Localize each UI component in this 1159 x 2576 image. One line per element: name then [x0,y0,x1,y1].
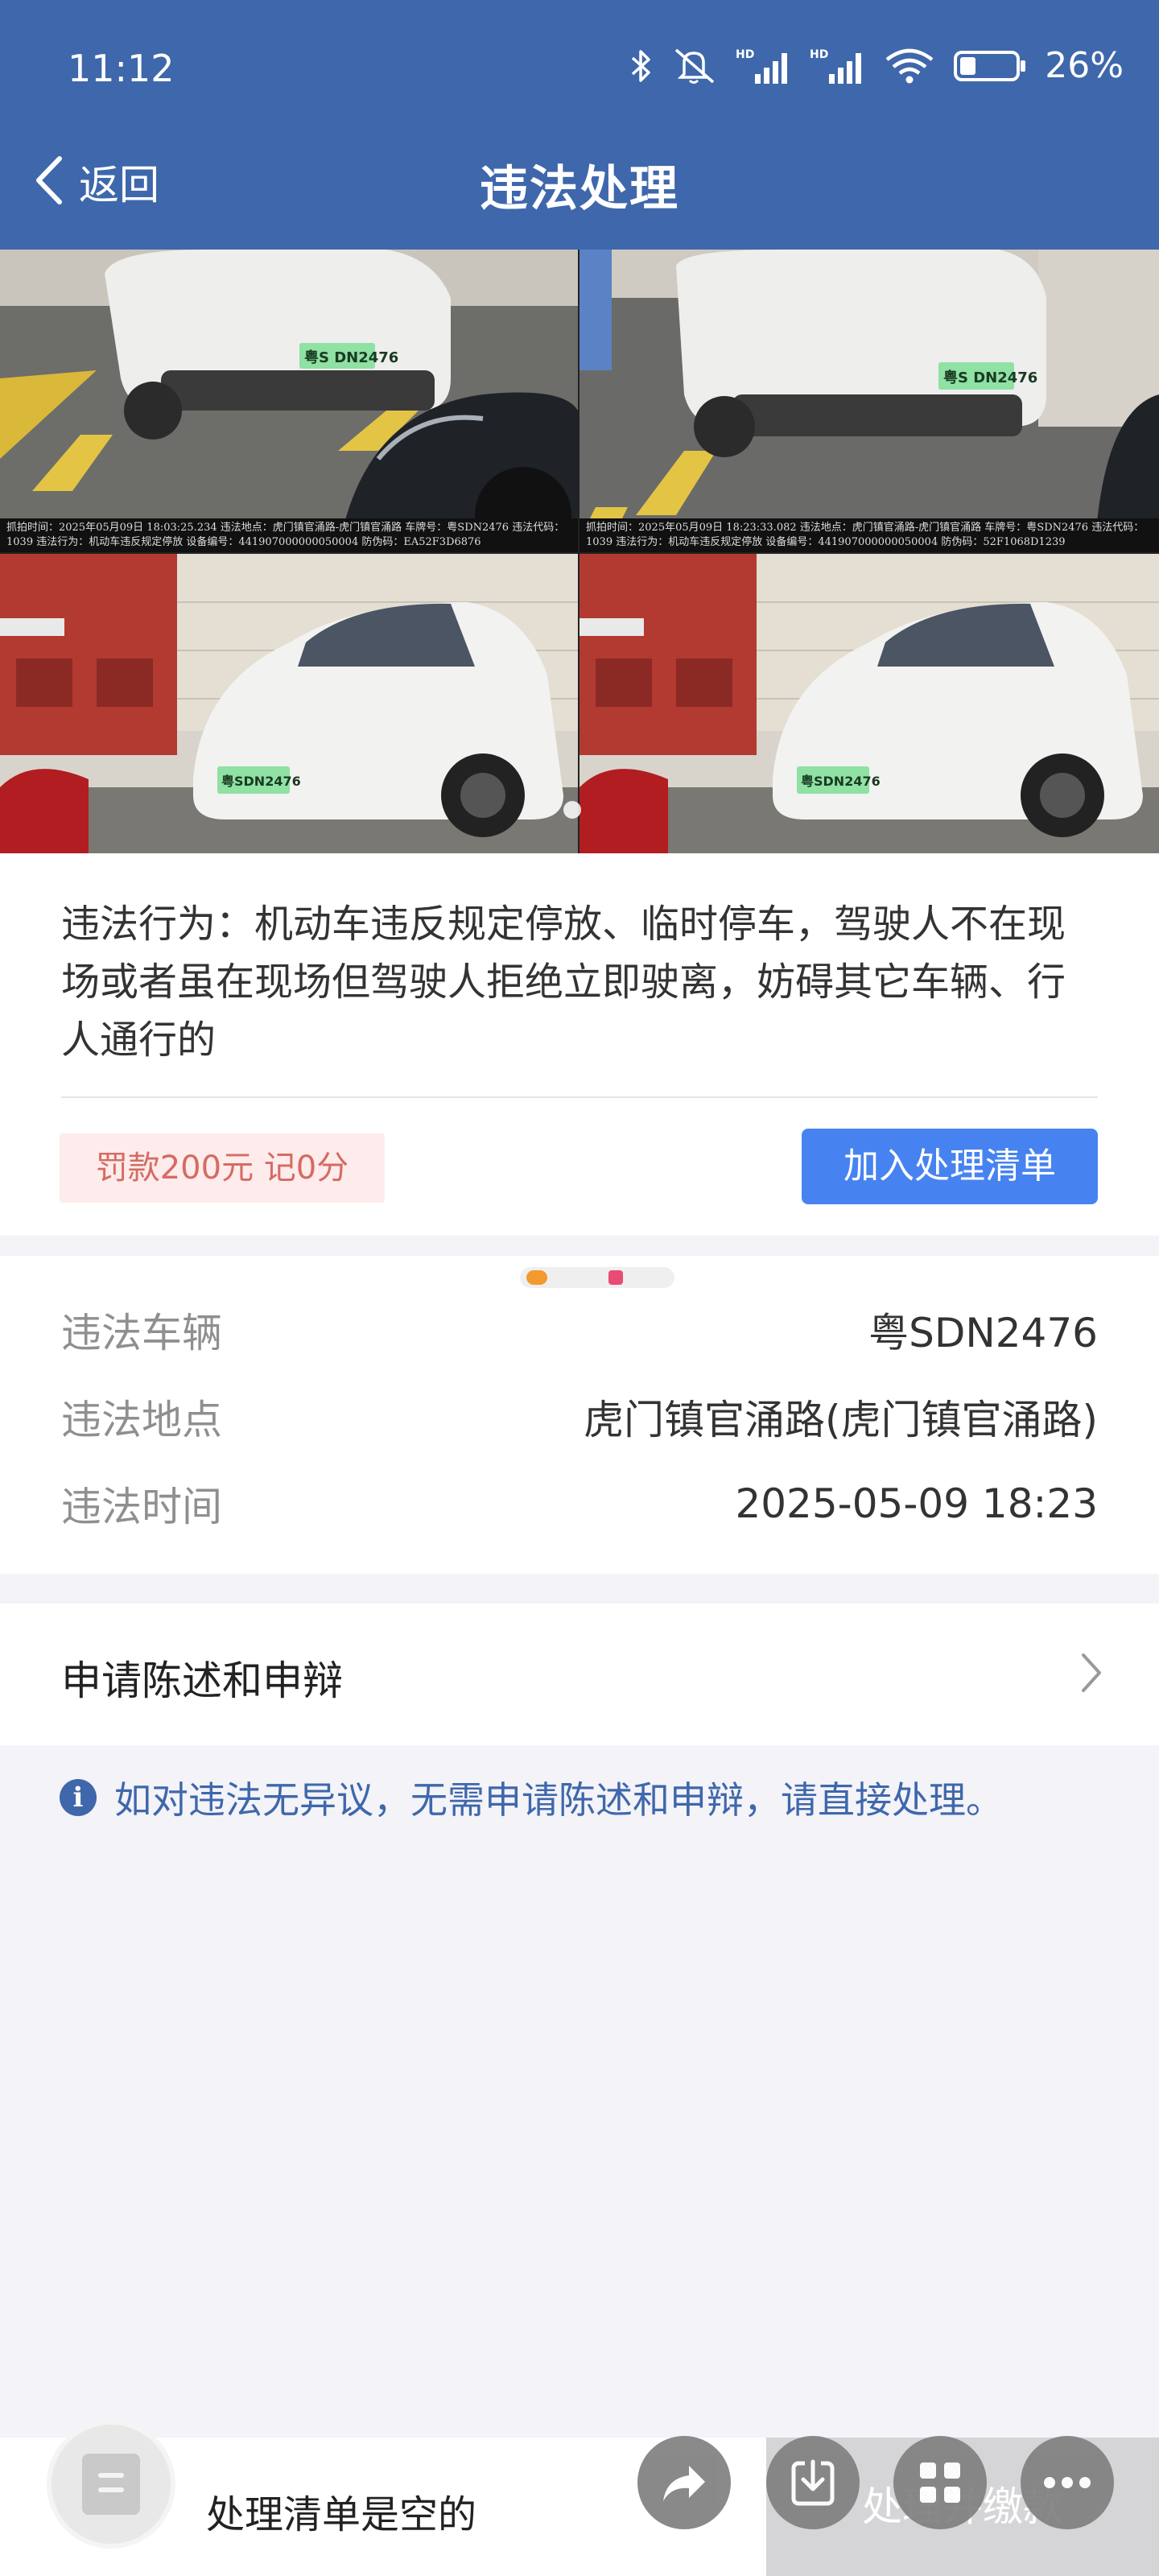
svg-text:HD: HD [810,48,828,61]
detail-value: 虎门镇官涌路(虎门镇官涌路) [583,1397,1098,1443]
detail-label: 违法地点 [61,1397,222,1443]
signal-icon-2: HD [810,47,866,85]
svg-text:粤S DN2476: 粤S DN2476 [943,369,1037,386]
notice-text: 如对违法无异议，无需申请陈述和申辩，请直接处理。 [114,1778,1003,1822]
photo-caption: 抓拍时间：2025年05月09日 18:03:25.234 违法地点：虎门镇官涌… [0,518,578,552]
detail-row-vehicle: 违法车辆 粤SDN2476 [61,1306,1098,1356]
add-to-list-button[interactable]: 加入处理清单 [802,1129,1098,1204]
carousel-indicator-dot[interactable] [563,801,581,819]
svg-text:粤SDN2476: 粤SDN2476 [801,774,881,789]
watermark-badge [520,1267,674,1288]
battery-icon [953,48,1027,84]
evidence-photo-3: 粤SDN2476 [0,554,578,853]
bottom-bar: 处理清单是空的 处理并缴款 [0,2420,1159,2576]
detail-value: 2025-05-09 18:23 [735,1480,1098,1527]
detail-label: 违法车辆 [61,1310,222,1356]
fine-badge: 罚款200元 记0分 [60,1133,385,1203]
status-time: 11:12 [68,47,175,90]
evidence-photo-carousel[interactable]: 粤S DN2476 抓拍时间：2025年05月09日 18:03:25.234 … [0,250,1159,853]
appeal-row[interactable]: 申请陈述和申辩 [0,1604,1159,1745]
appeal-label: 申请陈述和申辩 [61,1657,343,1704]
svg-text:HD: HD [736,48,754,61]
violation-card: 违法行为：机动车违反规定停放、临时停车，驾驶人不在现场或者虽在现场但驾驶人拒绝立… [0,853,1159,1236]
svg-text:粤S DN2476: 粤S DN2476 [304,349,398,366]
cart-icon[interactable] [47,2420,175,2549]
mute-icon [670,47,718,85]
violation-details-card: 违法车辆 粤SDN2476 违法地点 虎门镇官涌路(虎门镇官涌路) 违法时间 2… [0,1256,1159,1574]
cart-status-text: 处理清单是空的 [206,2492,477,2537]
svg-text:粤SDN2476: 粤SDN2476 [221,774,301,789]
evidence-photo-2: 粤S DN2476 抓拍时间：2025年05月09日 18:23:33.082 … [580,250,1159,552]
info-icon: i [60,1779,97,1816]
status-icons: HD HD 26% [629,45,1124,86]
more-icon[interactable] [1021,2436,1114,2529]
signal-icon: HD [736,47,792,85]
detail-row-location: 违法地点 虎门镇官涌路(虎门镇官涌路) [61,1393,1098,1443]
evidence-photo-1: 粤S DN2476 抓拍时间：2025年05月09日 18:03:25.234 … [0,250,578,552]
violation-description: 违法行为：机动车违反规定停放、临时停车，驾驶人不在现场或者虽在现场但驾驶人拒绝立… [61,902,1066,1063]
detail-row-time: 违法时间 2025-05-09 18:23 [61,1480,1098,1530]
share-icon[interactable] [637,2436,731,2529]
grid-icon[interactable] [893,2436,987,2529]
divider [61,1096,1098,1098]
photo-caption-2: 抓拍时间：2025年05月09日 18:23:33.082 违法地点：虎门镇官涌… [580,518,1159,552]
detail-value: 粤SDN2476 [868,1310,1098,1356]
notice: i 如对违法无异议，无需申请陈述和申辩，请直接处理。 [60,1771,1003,1824]
detail-label: 违法时间 [61,1484,222,1530]
download-icon[interactable] [766,2436,860,2529]
chevron-right-icon [1079,1649,1103,1700]
battery-percent: 26% [1045,45,1124,86]
bluetooth-icon [629,48,652,84]
evidence-photo-4: 粤SDN2476 [580,554,1159,853]
wifi-icon [884,47,935,85]
top-bar: 11:12 HD HD 26% 返回 违法处理 [0,0,1159,250]
page-title: 违法处理 [480,161,679,217]
